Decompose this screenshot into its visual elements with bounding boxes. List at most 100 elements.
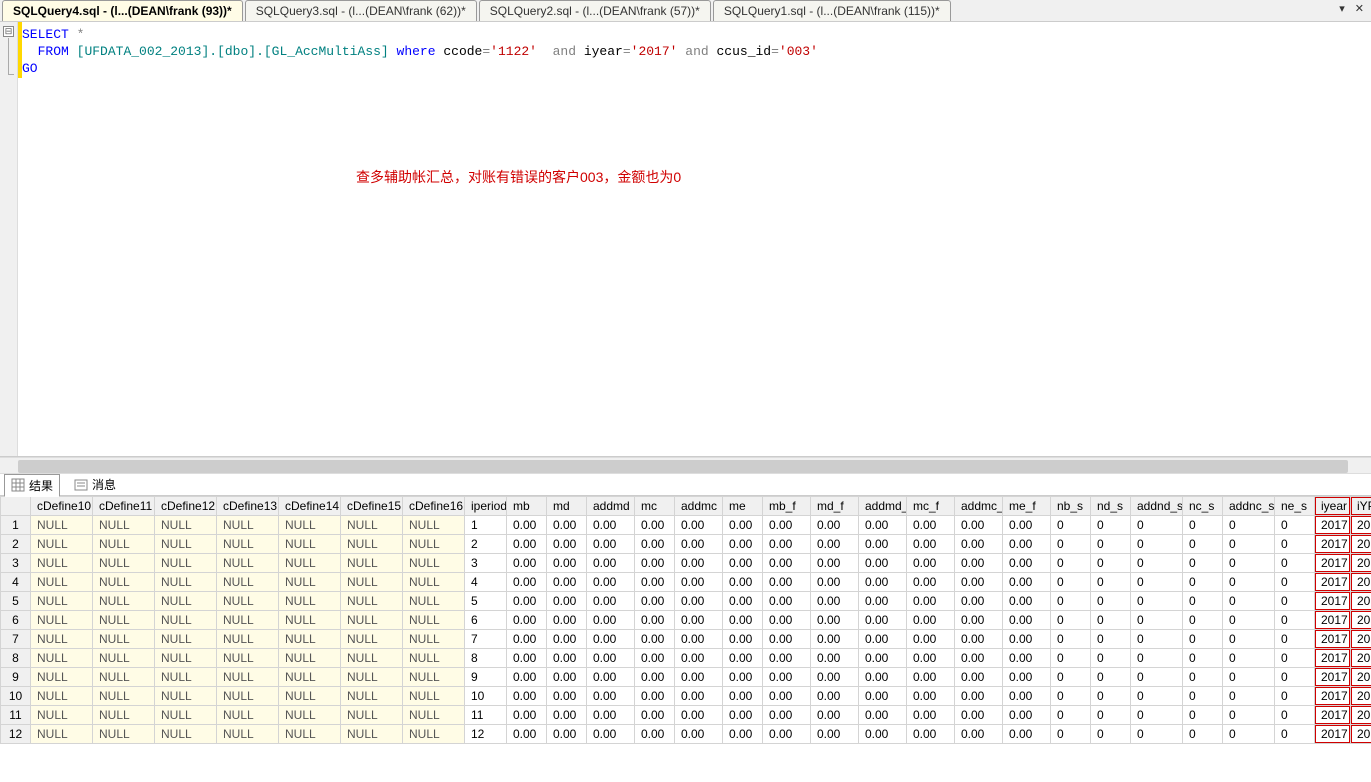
cell-md[interactable]: 0.00 [547,668,587,687]
cell-iperiod[interactable]: 10 [465,687,507,706]
cell-md_f[interactable]: 0.00 [811,649,859,668]
cell-cDefine16[interactable]: NULL [403,516,465,535]
rownum-cell[interactable]: 3 [1,554,31,573]
cell-addnd_s[interactable]: 0 [1131,611,1183,630]
col-header-addmd_f[interactable]: addmd_f [859,497,907,516]
cell-cDefine15[interactable]: NULL [341,687,403,706]
cell-cDefine10[interactable]: NULL [31,706,93,725]
cell-iyear[interactable]: 2017 [1315,592,1351,611]
cell-ne_s[interactable]: 0 [1275,687,1315,706]
cell-mc_f[interactable]: 0.00 [907,535,955,554]
cell-addnd_s[interactable]: 0 [1131,668,1183,687]
cell-addnc_s[interactable]: 0 [1223,706,1275,725]
cell-addnd_s[interactable]: 0 [1131,573,1183,592]
cell-cDefine14[interactable]: NULL [279,592,341,611]
cell-me[interactable]: 0.00 [723,592,763,611]
table-row[interactable]: 12NULLNULLNULLNULLNULLNULLNULL120.000.00… [1,725,1371,744]
cell-mc_f[interactable]: 0.00 [907,592,955,611]
cell-mc[interactable]: 0.00 [635,687,675,706]
cell-me_f[interactable]: 0.00 [1003,649,1051,668]
cell-mc_f[interactable]: 0.00 [907,573,955,592]
cell-addmd[interactable]: 0.00 [587,649,635,668]
cell-me_f[interactable]: 0.00 [1003,668,1051,687]
cell-iyear[interactable]: 2017 [1315,535,1351,554]
cell-mb[interactable]: 0.00 [507,516,547,535]
tab-sqlquery2[interactable]: SQLQuery2.sql - (l...(DEAN\frank (57))* [479,0,711,21]
cell-addmc[interactable]: 0.00 [675,725,723,744]
cell-iperiod[interactable]: 6 [465,611,507,630]
table-row[interactable]: 4NULLNULLNULLNULLNULLNULLNULL40.000.000.… [1,573,1371,592]
col-header-cDefine12[interactable]: cDefine12 [155,497,217,516]
cell-addnc_s[interactable]: 0 [1223,687,1275,706]
cell-cDefine10[interactable]: NULL [31,668,93,687]
cell-cDefine11[interactable]: NULL [93,516,155,535]
cell-md_f[interactable]: 0.00 [811,706,859,725]
cell-addnd_s[interactable]: 0 [1131,725,1183,744]
cell-iyear[interactable]: 2017 [1315,649,1351,668]
cell-nd_s[interactable]: 0 [1091,554,1131,573]
cell-iYPeriod[interactable]: 201704 [1351,573,1371,592]
cell-ne_s[interactable]: 0 [1275,706,1315,725]
col-header-addmc[interactable]: addmc [675,497,723,516]
col-header-mb[interactable]: mb [507,497,547,516]
cell-cDefine13[interactable]: NULL [217,649,279,668]
cell-me[interactable]: 0.00 [723,573,763,592]
cell-cDefine14[interactable]: NULL [279,668,341,687]
cell-cDefine11[interactable]: NULL [93,573,155,592]
cell-cDefine16[interactable]: NULL [403,668,465,687]
table-row[interactable]: 9NULLNULLNULLNULLNULLNULLNULL90.000.000.… [1,668,1371,687]
cell-iYPeriod[interactable]: 201708 [1351,649,1371,668]
col-header-cDefine10[interactable]: cDefine10 [31,497,93,516]
cell-mb_f[interactable]: 0.00 [763,592,811,611]
col-header-iyear[interactable]: iyear [1315,497,1351,516]
cell-mb_f[interactable]: 0.00 [763,573,811,592]
cell-cDefine10[interactable]: NULL [31,592,93,611]
col-header-ne_s[interactable]: ne_s [1275,497,1315,516]
cell-mb_f[interactable]: 0.00 [763,554,811,573]
cell-md_f[interactable]: 0.00 [811,516,859,535]
cell-nd_s[interactable]: 0 [1091,611,1131,630]
cell-md_f[interactable]: 0.00 [811,725,859,744]
cell-mb[interactable]: 0.00 [507,573,547,592]
cell-addmd[interactable]: 0.00 [587,668,635,687]
col-header-me_f[interactable]: me_f [1003,497,1051,516]
cell-cDefine12[interactable]: NULL [155,725,217,744]
col-header-cDefine11[interactable]: cDefine11 [93,497,155,516]
cell-addmc_f[interactable]: 0.00 [955,535,1003,554]
cell-md[interactable]: 0.00 [547,535,587,554]
cell-cDefine15[interactable]: NULL [341,573,403,592]
cell-addmd_f[interactable]: 0.00 [859,630,907,649]
cell-iyear[interactable]: 2017 [1315,706,1351,725]
cell-cDefine11[interactable]: NULL [93,668,155,687]
cell-cDefine12[interactable]: NULL [155,706,217,725]
editor-content[interactable]: SELECT * FROM [UFDATA_002_2013].[dbo].[G… [0,22,1371,81]
table-row[interactable]: 11NULLNULLNULLNULLNULLNULLNULL110.000.00… [1,706,1371,725]
cell-nd_s[interactable]: 0 [1091,725,1131,744]
cell-nd_s[interactable]: 0 [1091,630,1131,649]
cell-mc_f[interactable]: 0.00 [907,668,955,687]
cell-cDefine13[interactable]: NULL [217,725,279,744]
cell-addmc_f[interactable]: 0.00 [955,630,1003,649]
cell-addmd_f[interactable]: 0.00 [859,687,907,706]
cell-mc[interactable]: 0.00 [635,611,675,630]
cell-addnd_s[interactable]: 0 [1131,630,1183,649]
cell-cDefine16[interactable]: NULL [403,535,465,554]
cell-md_f[interactable]: 0.00 [811,535,859,554]
cell-addmc[interactable]: 0.00 [675,668,723,687]
table-row[interactable]: 8NULLNULLNULLNULLNULLNULLNULL80.000.000.… [1,649,1371,668]
cell-me[interactable]: 0.00 [723,611,763,630]
cell-mb[interactable]: 0.00 [507,668,547,687]
cell-nd_s[interactable]: 0 [1091,668,1131,687]
cell-addmd_f[interactable]: 0.00 [859,706,907,725]
cell-cDefine10[interactable]: NULL [31,687,93,706]
cell-ne_s[interactable]: 0 [1275,630,1315,649]
cell-addmd_f[interactable]: 0.00 [859,573,907,592]
cell-cDefine11[interactable]: NULL [93,535,155,554]
cell-cDefine16[interactable]: NULL [403,592,465,611]
cell-addnd_s[interactable]: 0 [1131,554,1183,573]
cell-cDefine11[interactable]: NULL [93,649,155,668]
cell-addmc_f[interactable]: 0.00 [955,649,1003,668]
cell-cDefine16[interactable]: NULL [403,554,465,573]
cell-cDefine15[interactable]: NULL [341,630,403,649]
cell-addnd_s[interactable]: 0 [1131,687,1183,706]
